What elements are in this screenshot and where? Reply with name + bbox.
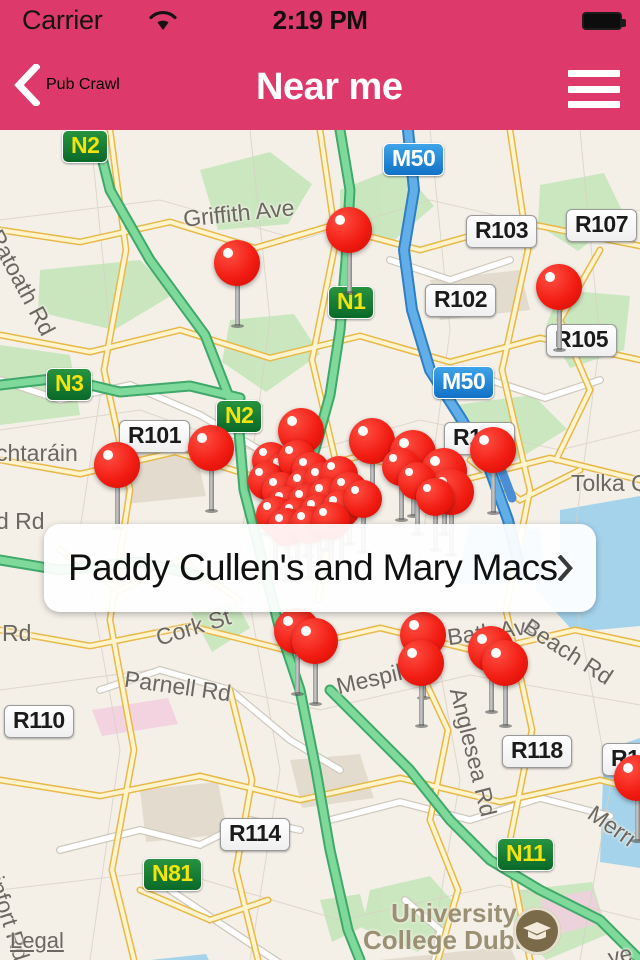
route-shield: N3 <box>46 368 93 401</box>
route-shield: M50 <box>433 366 495 399</box>
status-bar: Carrier 2:19 PM <box>0 0 640 40</box>
page-title: Near me <box>256 66 403 108</box>
place-label-line1: University <box>391 898 517 928</box>
map-legal-link[interactable]: Legal <box>10 928 64 954</box>
map-pin[interactable] <box>214 240 260 328</box>
chevron-right-icon[interactable] <box>557 554 574 582</box>
graduation-cap-icon <box>513 907 561 955</box>
map-pin[interactable] <box>292 618 338 706</box>
map-pin[interactable] <box>470 427 516 515</box>
route-shield: R107 <box>566 209 637 242</box>
route-shield: R114 <box>220 818 290 851</box>
route-shield: R118 <box>502 735 572 768</box>
poi-callout[interactable]: Paddy Cullen's and Mary Macs <box>44 524 596 612</box>
back-button[interactable]: Pub Crawl <box>14 54 120 116</box>
poi-callout-title: Paddy Cullen's and Mary Macs <box>68 547 558 588</box>
battery-full-icon <box>582 12 626 30</box>
chevron-left-icon <box>14 64 40 106</box>
route-shield: R110 <box>4 705 74 738</box>
map-pin[interactable] <box>398 640 444 728</box>
back-button-label: Pub Crawl <box>46 76 120 93</box>
map-pin[interactable] <box>326 207 372 295</box>
navigation-bar: Pub Crawl Near me <box>0 40 640 130</box>
route-shield: N81 <box>143 858 202 891</box>
map-pin[interactable] <box>188 425 234 513</box>
map-pin[interactable] <box>614 755 640 843</box>
map-pin[interactable] <box>94 442 140 530</box>
route-shield: R103 <box>466 215 537 248</box>
hamburger-menu-icon[interactable] <box>568 70 620 108</box>
route-shield: R102 <box>425 284 496 317</box>
route-shield: N2 <box>62 130 109 163</box>
status-time: 2:19 PM <box>272 5 368 35</box>
route-shield: N11 <box>497 838 555 871</box>
route-shield: M50 <box>383 143 445 176</box>
map-pin[interactable] <box>482 640 528 728</box>
map-pin[interactable] <box>536 264 582 352</box>
